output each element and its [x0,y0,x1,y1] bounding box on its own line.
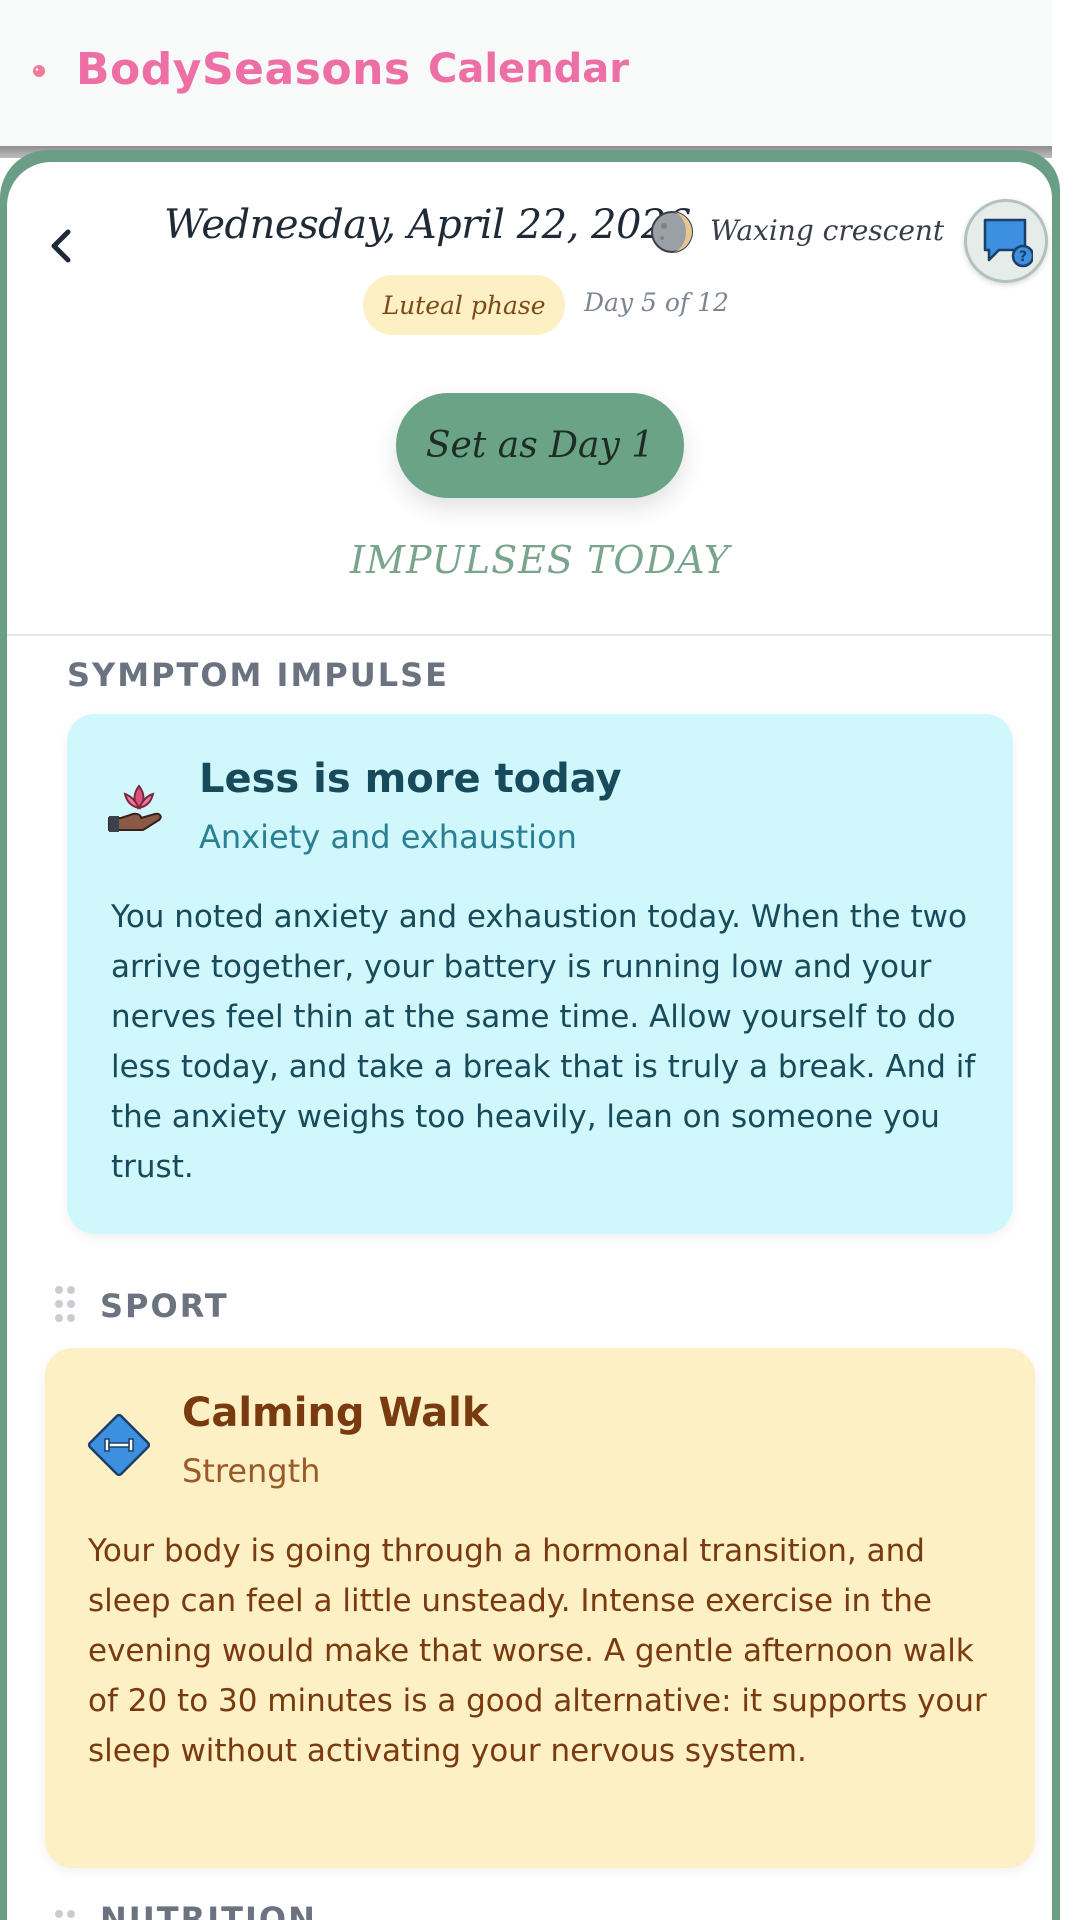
cycle-day-label: Day 5 of 12 [584,288,729,317]
svg-text:?: ? [1019,249,1027,265]
card-title: Calming Walk [182,1390,489,1436]
symptom-impulse-card[interactable]: Less is more today Anxiety and exhaustio… [67,714,1013,1234]
section-label-symptom: SYMPTOM IMPULSE [67,656,450,694]
sport-impulse-card[interactable]: Calming Walk Strength Your body is going… [45,1348,1035,1868]
date-title: Wednesday, April 22, 2026 [164,202,691,248]
chat-help-icon: ? [983,218,1033,268]
section-label-nutrition: NUTRITION [100,1900,317,1920]
card-subtitle: Strength [182,1452,321,1490]
moon-phase-label: Waxing crescent [710,214,945,247]
back-arrow-icon[interactable] [44,224,80,268]
section-label-sport: SPORT [100,1287,229,1325]
moon-phase-icon [651,211,693,253]
app-bar: BodySeasons Calendar [0,0,1052,148]
impulses-heading: IMPULSES TODAY [350,538,730,582]
set-day1-button[interactable]: Set as Day 1 [396,393,684,498]
help-button[interactable]: ? [964,199,1048,283]
divider [7,634,1052,636]
drag-handle-icon[interactable] [53,1284,77,1324]
dumbbell-diamond-icon [87,1413,151,1477]
card-title: Less is more today [199,756,622,802]
logo-icon [33,65,45,77]
card-subtitle: Anxiety and exhaustion [199,818,577,856]
drag-handle-icon[interactable] [53,1908,77,1920]
app-brand[interactable]: BodySeasons [76,44,411,95]
lotus-hand-icon [108,784,162,832]
card-body: You noted anxiety and exhaustion today. … [111,899,976,1185]
card-body: Your body is going through a hormonal tr… [88,1533,987,1769]
cycle-phase-badge: Luteal phase [363,275,565,335]
section-title: Calendar [428,46,630,92]
